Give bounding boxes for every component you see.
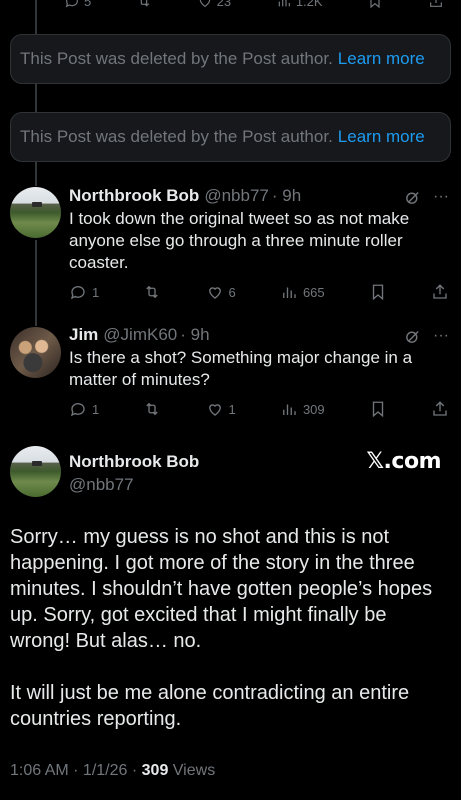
reply-count: 5 <box>84 0 92 9</box>
thread-line <box>35 0 37 34</box>
reply-button[interactable]: 5 <box>64 0 91 9</box>
user-handle[interactable]: @nbb77 <box>69 475 199 495</box>
post-text: Is there a shot? Something major change … <box>69 348 413 389</box>
display-name[interactable]: Northbrook Bob <box>69 452 199 472</box>
reply-action-bar: 1 6 665 <box>69 282 449 302</box>
grok-icon[interactable] <box>404 328 421 345</box>
bookmark-button[interactable] <box>367 0 383 9</box>
view-count: 309 <box>141 762 169 779</box>
repost-button[interactable] <box>136 0 152 9</box>
reply-action-bar: 1 1 309 <box>69 399 449 419</box>
views-icon <box>283 287 296 298</box>
bookmark-button[interactable] <box>369 400 387 418</box>
reply-icon <box>70 286 85 300</box>
avatar[interactable] <box>10 327 61 378</box>
x-logo: 𝕏.com <box>366 449 441 474</box>
like-count: 6 <box>228 284 236 300</box>
post-header-icons: ··· <box>404 327 449 345</box>
bookmark-icon <box>372 284 383 301</box>
post-header: Jim @JimK60 · 9h <box>69 325 449 345</box>
thread-line <box>35 84 37 112</box>
thread-line <box>35 162 37 186</box>
reply-icon <box>65 0 78 8</box>
like-button[interactable]: 1 <box>206 400 236 418</box>
bookmark-button[interactable] <box>369 283 387 301</box>
post-time[interactable]: · 9h <box>272 186 301 206</box>
repost-icon <box>140 0 150 7</box>
share-button[interactable] <box>428 0 444 9</box>
avatar[interactable] <box>10 187 61 238</box>
share-button[interactable] <box>431 400 449 418</box>
share-icon <box>433 401 447 416</box>
bookmark-icon <box>370 0 380 9</box>
learn-more-link[interactable]: Learn more <box>338 49 425 69</box>
deleted-post-notice: This Post was deleted by the Post author… <box>10 34 451 84</box>
repost-button[interactable] <box>143 283 161 301</box>
views-button[interactable]: 1.2K <box>276 0 323 9</box>
reply-button[interactable]: 1 <box>69 400 99 418</box>
deleted-notice-text: This Post was deleted by the Post author… <box>20 127 333 146</box>
like-icon <box>208 287 221 299</box>
reply-post: Northbrook Bob @nbb77 · 9h ··· I took do… <box>69 186 449 274</box>
reply-post: Jim @JimK60 · 9h ··· Is there a shot? So… <box>69 325 449 391</box>
share-icon <box>430 0 442 7</box>
reply-count: 1 <box>92 401 100 417</box>
like-button[interactable]: 6 <box>206 283 236 301</box>
like-icon <box>199 0 210 8</box>
share-icon <box>433 284 447 299</box>
repost-icon <box>146 285 159 299</box>
thread-line <box>35 240 37 326</box>
main-post-header: Northbrook Bob @nbb77 <box>69 452 199 495</box>
view-count: 665 <box>302 284 325 300</box>
deleted-notice-text: This Post was deleted by the Post author… <box>20 49 333 68</box>
grok-icon[interactable] <box>404 189 421 206</box>
repost-button[interactable] <box>143 400 161 418</box>
post-paragraph: It will just be me alone contradicting a… <box>10 682 410 730</box>
post-paragraph: Sorry… my guess is no shot and this is n… <box>10 526 433 652</box>
user-handle[interactable]: @JimK60 <box>103 325 177 345</box>
post-header: Northbrook Bob @nbb77 · 9h <box>69 186 449 206</box>
share-button[interactable] <box>431 283 449 301</box>
views-button[interactable]: 309 <box>280 400 325 418</box>
more-icon[interactable]: ··· <box>433 327 449 345</box>
post-time[interactable]: · 9h <box>180 325 209 345</box>
display-name[interactable]: Northbrook Bob <box>69 186 199 206</box>
post-timestamp[interactable]: 1:06 AM · 1/1/26 · <box>10 762 137 779</box>
like-button[interactable]: 23 <box>197 0 231 9</box>
reply-button[interactable]: 1 <box>69 283 99 301</box>
views-icon <box>278 0 290 7</box>
reply-count: 1 <box>92 284 100 300</box>
like-icon <box>208 404 221 416</box>
view-count: 1.2K <box>295 0 323 9</box>
views-label: Views <box>172 762 216 779</box>
views-button[interactable]: 665 <box>280 283 325 301</box>
reply-icon <box>70 403 85 417</box>
views-icon <box>283 404 296 415</box>
like-count: 1 <box>228 401 236 417</box>
main-post-text: Sorry… my guess is no shot and this is n… <box>10 524 447 758</box>
like-count: 23 <box>216 0 232 9</box>
display-name[interactable]: Jim <box>69 325 98 345</box>
post-meta: 1:06 AM · 1/1/26 · 309 Views <box>10 762 215 780</box>
top-action-bar: 5 23 1.2K <box>64 0 444 10</box>
learn-more-link[interactable]: Learn more <box>338 127 425 147</box>
post-text: I took down the original tweet so as not… <box>69 209 410 272</box>
deleted-post-notice: This Post was deleted by the Post author… <box>10 112 451 162</box>
more-icon[interactable]: ··· <box>433 188 449 206</box>
avatar[interactable] <box>10 446 61 497</box>
repost-icon <box>146 402 159 416</box>
post-header-icons: ··· <box>404 188 449 206</box>
view-count: 309 <box>302 401 325 417</box>
bookmark-icon <box>372 401 383 418</box>
user-handle[interactable]: @nbb77 <box>204 186 269 206</box>
